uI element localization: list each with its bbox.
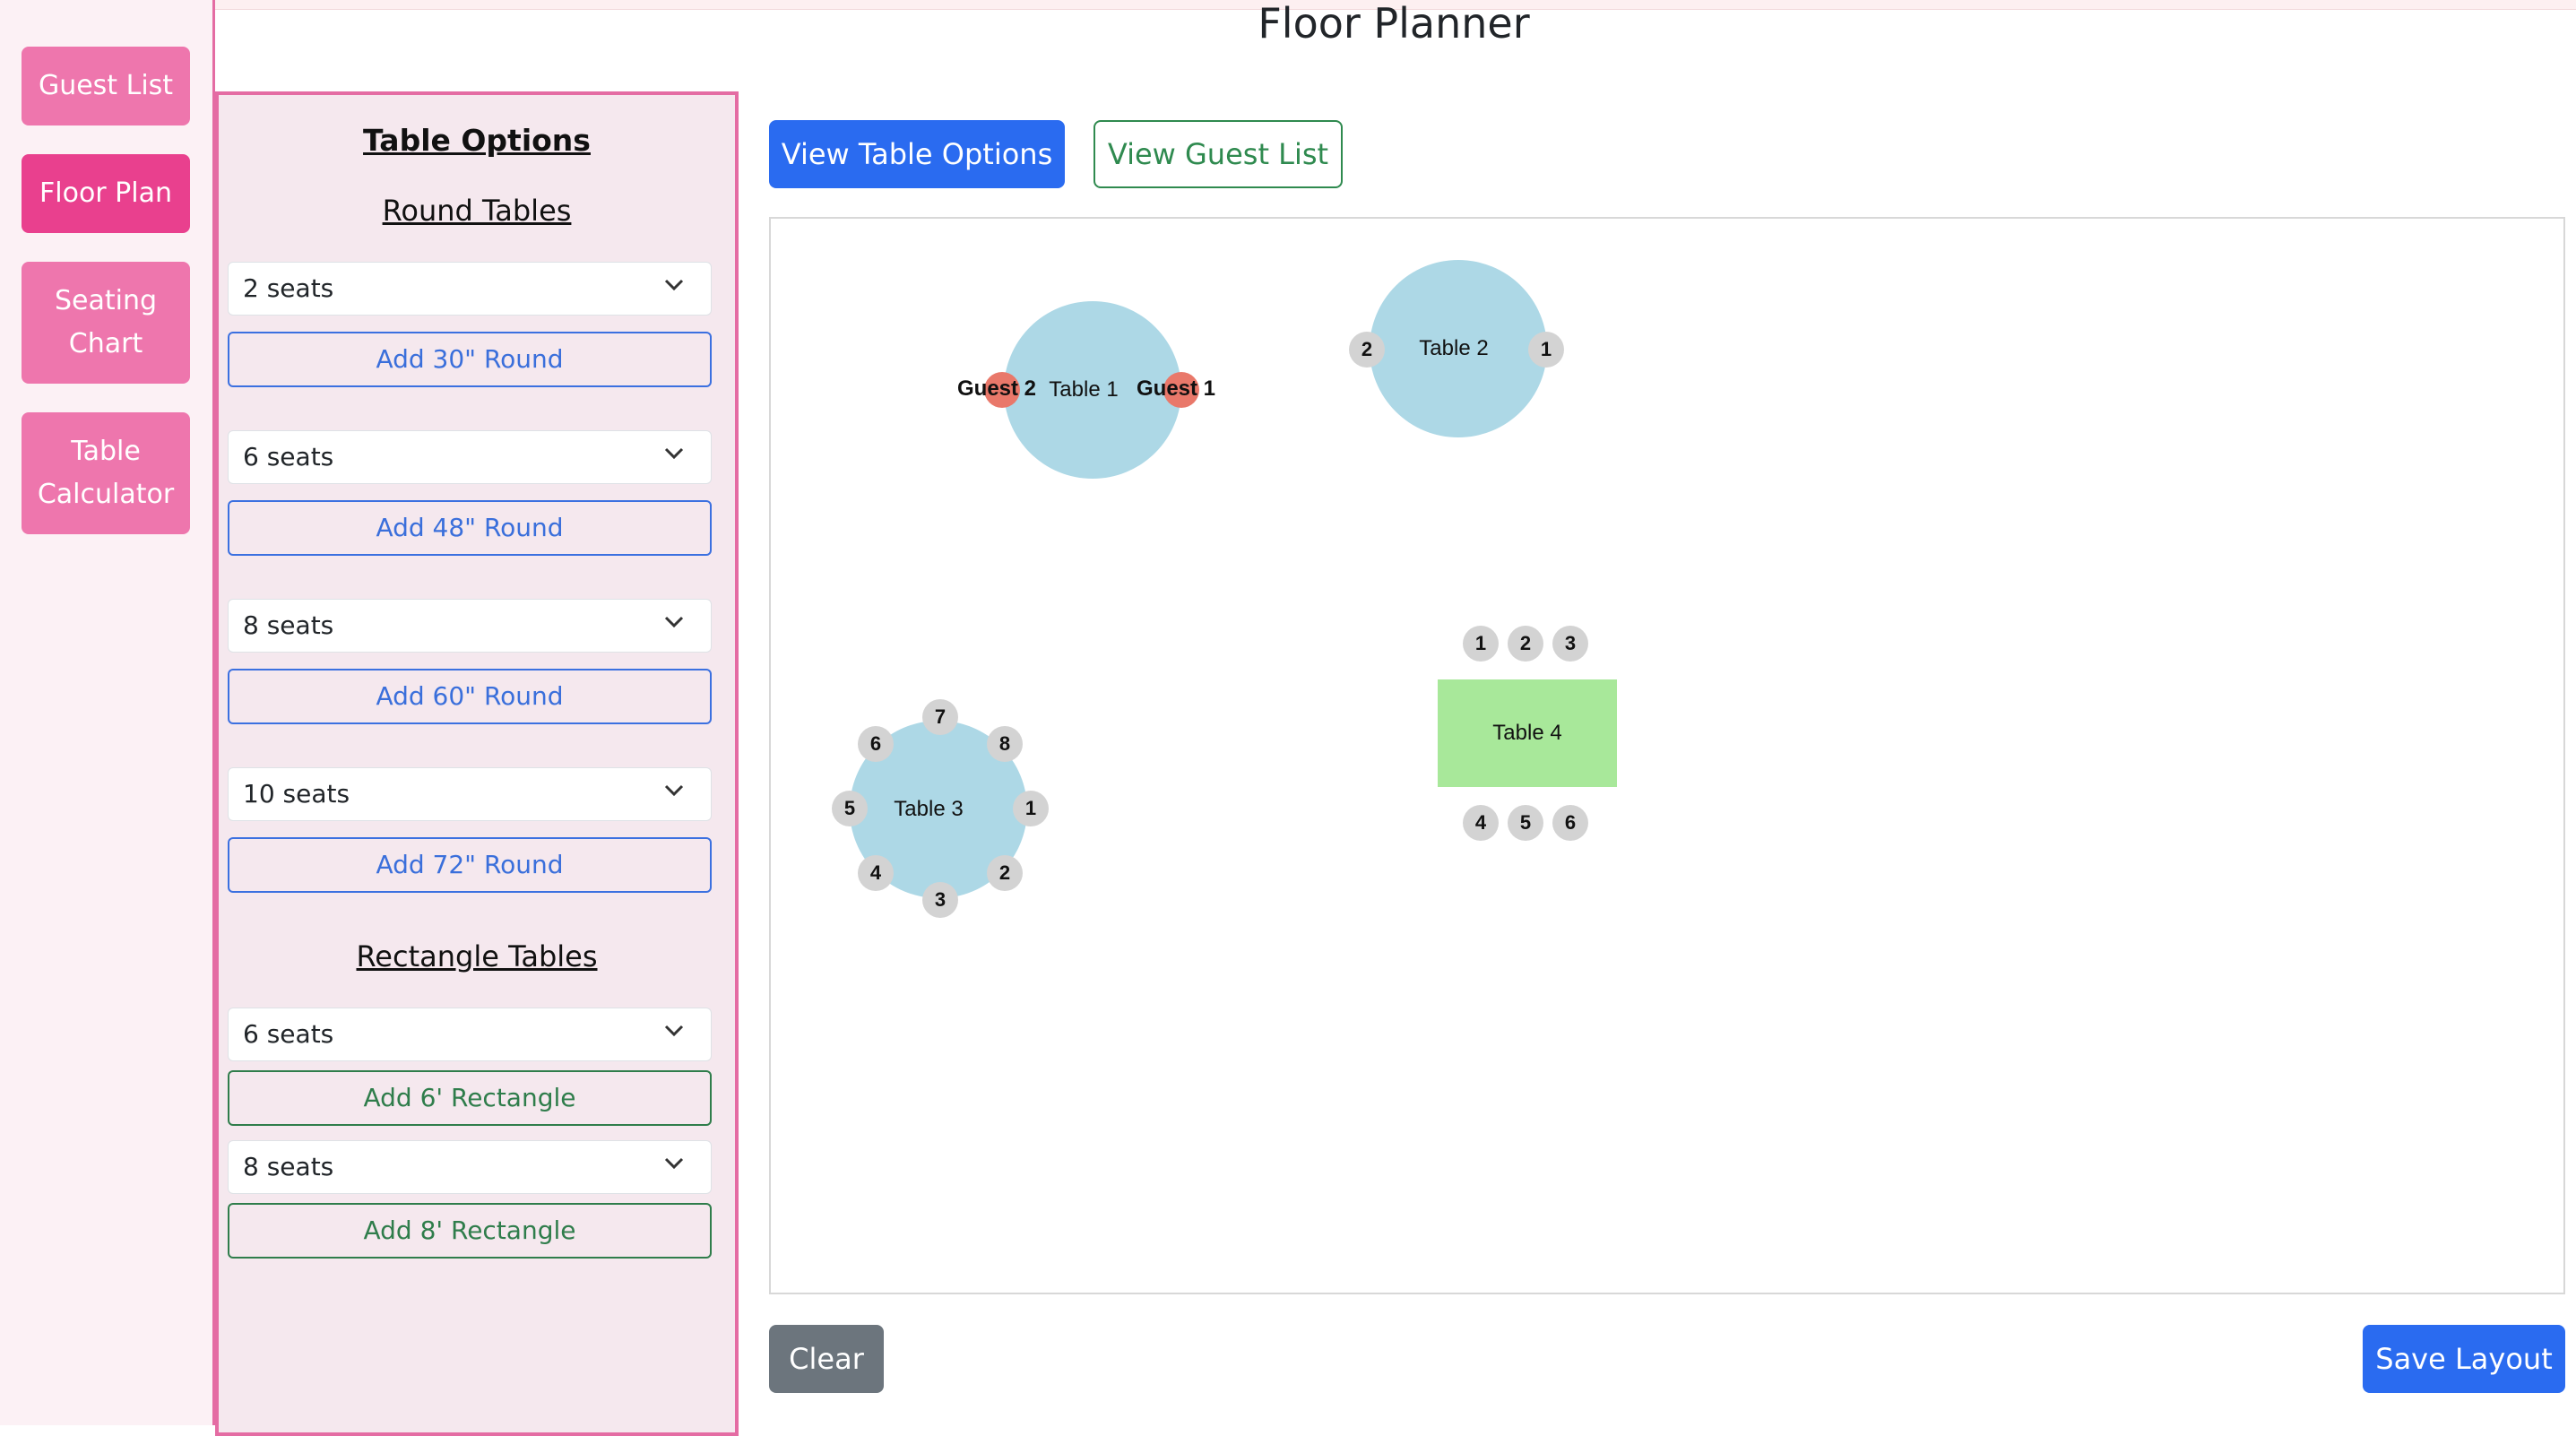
- page-title: Floor Planner: [1258, 0, 1530, 48]
- round-seats-select-72[interactable]: 10 seats: [228, 767, 712, 821]
- round-tables-heading: Round Tables: [382, 194, 572, 228]
- seat[interactable]: 3: [1552, 626, 1588, 662]
- select-value: 6 seats: [243, 442, 334, 471]
- round-seats-select-48[interactable]: 6 seats: [228, 430, 712, 484]
- seat[interactable]: 7: [922, 699, 958, 735]
- seat[interactable]: 1: [1013, 791, 1049, 826]
- seat[interactable]: 2: [1349, 332, 1385, 368]
- add-72-round-button[interactable]: Add 72" Round: [228, 837, 712, 893]
- add-8-rectangle-button[interactable]: Add 8' Rectangle: [228, 1203, 712, 1259]
- select-value: 8 seats: [243, 1152, 334, 1181]
- rect-seats-select-6[interactable]: 6 seats: [228, 1008, 712, 1061]
- table-2[interactable]: Table 2: [1370, 260, 1547, 437]
- view-guest-list-button[interactable]: View Guest List: [1094, 120, 1343, 188]
- chevron-down-icon: [664, 1157, 684, 1170]
- table-4[interactable]: Table 4: [1438, 679, 1617, 787]
- table-options-panel: Table Options Round Tables 2 seats Add 3…: [215, 91, 739, 1436]
- guest-name-label: Guest 2: [957, 376, 1037, 401]
- rectangle-tables-heading: Rectangle Tables: [356, 939, 598, 973]
- seat[interactable]: 5: [1508, 805, 1543, 841]
- seat[interactable]: 2: [1508, 626, 1543, 662]
- seat[interactable]: 6: [1552, 805, 1588, 841]
- seat[interactable]: 1: [1463, 626, 1499, 662]
- table-label: Table 2: [1419, 336, 1489, 360]
- seat[interactable]: 3: [922, 882, 958, 918]
- add-48-round-button[interactable]: Add 48" Round: [228, 500, 712, 556]
- seat[interactable]: 4: [858, 855, 894, 891]
- view-table-options-button[interactable]: View Table Options: [769, 120, 1065, 188]
- seat[interactable]: 4: [1463, 805, 1499, 841]
- chevron-down-icon: [664, 279, 684, 291]
- add-60-round-button[interactable]: Add 60" Round: [228, 669, 712, 724]
- round-seats-select-60[interactable]: 8 seats: [228, 599, 712, 653]
- add-30-round-button[interactable]: Add 30" Round: [228, 332, 712, 387]
- seat[interactable]: 2: [987, 855, 1023, 891]
- select-value: 8 seats: [243, 610, 334, 640]
- nav-guest-list-button[interactable]: Guest List: [22, 47, 190, 125]
- floor-canvas[interactable]: Table 1 Guest 2 Guest 1 Table 2 2 1 Tabl…: [769, 217, 2565, 1294]
- table-options-heading: Table Options: [363, 123, 591, 158]
- table-label: Table 1: [1049, 377, 1119, 402]
- seat[interactable]: 1: [1528, 332, 1564, 368]
- chevron-down-icon: [664, 1025, 684, 1037]
- table-label: Table 4: [1492, 721, 1562, 745]
- guest-name-label: Guest 1: [1137, 376, 1216, 401]
- seat[interactable]: 6: [858, 726, 894, 762]
- add-6-rectangle-button[interactable]: Add 6' Rectangle: [228, 1070, 712, 1126]
- chevron-down-icon: [664, 784, 684, 797]
- select-value: 10 seats: [243, 779, 350, 809]
- table-label: Table 3: [894, 797, 964, 821]
- nav-seating-chart-button[interactable]: Seating Chart: [22, 262, 190, 384]
- clear-button[interactable]: Clear: [769, 1325, 884, 1393]
- select-value: 2 seats: [243, 273, 334, 303]
- nav-floor-plan-button[interactable]: Floor Plan: [22, 154, 190, 233]
- chevron-down-icon: [664, 447, 684, 460]
- save-layout-button[interactable]: Save Layout: [2363, 1325, 2565, 1393]
- left-nav: Guest List Floor Plan Seating Chart Tabl…: [0, 0, 215, 1425]
- seat[interactable]: 8: [987, 726, 1023, 762]
- round-seats-select-30[interactable]: 2 seats: [228, 262, 712, 316]
- seat[interactable]: 5: [832, 791, 868, 826]
- select-value: 6 seats: [243, 1019, 334, 1049]
- nav-table-calculator-button[interactable]: Table Calculator: [22, 412, 190, 534]
- rect-seats-select-8[interactable]: 8 seats: [228, 1140, 712, 1194]
- chevron-down-icon: [664, 616, 684, 628]
